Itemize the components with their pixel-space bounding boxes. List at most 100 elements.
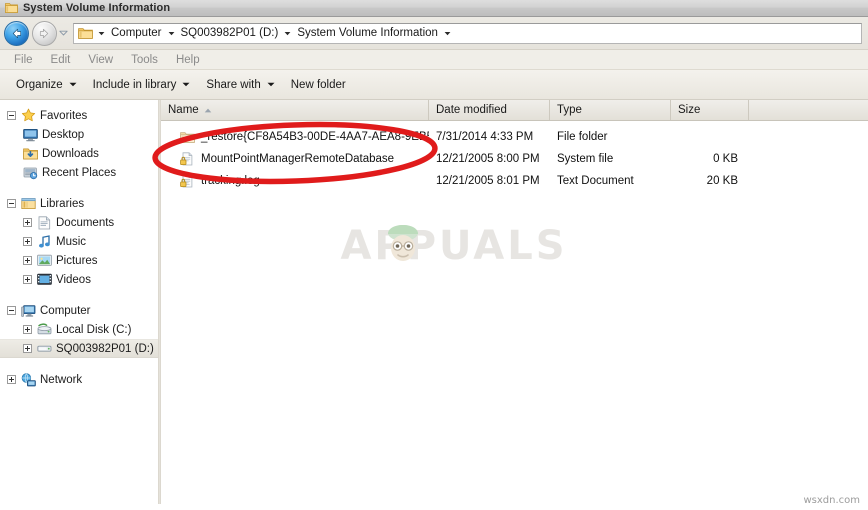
folder-icon	[179, 131, 195, 144]
sidebar-label-sq003982p01-d: SQ003982P01 (D:)	[56, 342, 154, 355]
column-header-size[interactable]: Size	[671, 100, 749, 120]
libraries-icon	[20, 197, 36, 211]
menu-bar: File Edit View Tools Help	[0, 50, 868, 70]
menu-item-tools[interactable]: Tools	[122, 54, 167, 66]
include-in-library-button[interactable]: Include in library	[85, 76, 199, 94]
menu-item-help[interactable]: Help	[167, 54, 209, 66]
star-icon	[20, 108, 36, 123]
breadcrumb-chevron-icon[interactable]	[441, 31, 454, 36]
expand-plus-icon[interactable]	[6, 374, 17, 385]
sidebar-label-documents: Documents	[56, 216, 115, 229]
videos-icon	[36, 273, 52, 286]
sidebar-item-music[interactable]: Music	[0, 232, 158, 251]
chevron-down-icon	[182, 82, 190, 87]
history-dropdown-button[interactable]	[57, 23, 70, 43]
sidebar-item-desktop[interactable]: Desktop	[0, 125, 158, 144]
file-type-cell: File folder	[557, 131, 608, 143]
file-name-label: MountPointManagerRemoteDatabase	[201, 153, 395, 165]
column-header-name[interactable]: Name	[161, 100, 429, 120]
sidebar-label-network: Network	[40, 373, 83, 386]
sidebar-label-music: Music	[56, 235, 87, 248]
sidebar-label-pictures: Pictures	[56, 254, 98, 267]
appuals-watermark: APPUALS	[329, 220, 579, 272]
expand-plus-icon[interactable]	[22, 343, 33, 354]
sidebar-item-videos[interactable]: Videos	[0, 270, 158, 289]
table-row[interactable]: tracking.log 12/21/2005 8:01 PM Text Doc…	[161, 170, 868, 192]
file-name-cell[interactable]: tracking.log	[161, 174, 429, 188]
breadcrumb-chevron-icon[interactable]	[95, 31, 108, 36]
breadcrumb-item-drive[interactable]: SQ003982P01 (D:)	[178, 26, 282, 40]
column-header-row: Name Date modified Type Size	[161, 100, 868, 121]
menu-item-edit[interactable]: Edit	[42, 54, 80, 66]
expand-plus-icon[interactable]	[22, 255, 33, 266]
column-header-name-label: Name	[168, 104, 199, 116]
menu-item-file[interactable]: File	[5, 54, 42, 66]
menu-item-view[interactable]: View	[79, 54, 122, 66]
sidebar-item-sq003982p01-d[interactable]: SQ003982P01 (D:)	[0, 339, 158, 358]
breadcrumb[interactable]: Computer SQ003982P01 (D:) System Volume …	[73, 22, 862, 44]
desktop-icon	[22, 128, 38, 142]
folder-icon	[5, 2, 18, 14]
sidebar-label-local-disk-c: Local Disk (C:)	[56, 323, 132, 336]
sidebar-item-computer[interactable]: Computer	[0, 301, 158, 320]
back-arrow-icon[interactable]	[4, 20, 29, 46]
column-header-filler[interactable]	[749, 100, 868, 120]
expand-plus-icon[interactable]	[22, 324, 33, 335]
share-with-button[interactable]: Share with	[198, 76, 282, 94]
sidebar-label-videos: Videos	[56, 273, 91, 286]
collapse-minus-icon[interactable]	[6, 110, 17, 121]
collapse-minus-icon[interactable]	[6, 198, 17, 209]
sidebar-item-recent-places[interactable]: Recent Places	[0, 163, 158, 182]
new-folder-button[interactable]: New folder	[283, 76, 354, 94]
column-header-type-label: Type	[557, 104, 582, 116]
sidebar-label-favorites: Favorites	[40, 109, 88, 122]
pictures-icon	[36, 254, 52, 267]
sidebar-item-downloads[interactable]: Downloads	[0, 144, 158, 163]
downloads-icon	[22, 147, 38, 161]
address-bar: Computer SQ003982P01 (D:) System Volume …	[0, 17, 868, 50]
explorer-window: System Volume Information Computer SQ003…	[0, 0, 868, 510]
recent-places-icon	[22, 166, 38, 180]
forward-arrow-icon[interactable]	[32, 20, 57, 46]
sidebar-label-recent-places: Recent Places	[42, 166, 117, 179]
file-name-cell[interactable]: _restore{CF8A54B3-00DE-4AA7-AEA8-9EB5...	[161, 131, 429, 144]
network-icon	[20, 372, 36, 387]
collapse-minus-icon[interactable]	[6, 305, 17, 316]
file-name-label: tracking.log	[201, 175, 260, 187]
sidebar-item-network[interactable]: Network	[0, 370, 158, 389]
sidebar-label-desktop: Desktop	[42, 128, 85, 141]
expand-plus-icon[interactable]	[22, 274, 33, 285]
sidebar-item-libraries[interactable]: Libraries	[0, 194, 158, 213]
column-header-date-modified[interactable]: Date modified	[429, 100, 550, 120]
table-row[interactable]: MountPointManagerRemoteDatabase 12/21/20…	[161, 148, 868, 170]
explorer-body: Favorites Desktop Downloads Recent Place…	[0, 100, 868, 504]
expand-plus-icon[interactable]	[22, 236, 33, 247]
sidebar-label-computer: Computer	[40, 304, 91, 317]
file-size-cell: 0 KB	[713, 153, 738, 165]
sidebar-item-documents[interactable]: Documents	[0, 213, 158, 232]
table-row[interactable]: _restore{CF8A54B3-00DE-4AA7-AEA8-9EB5...…	[161, 126, 868, 148]
organize-label: Organize	[16, 78, 63, 91]
organize-button[interactable]: Organize	[8, 76, 85, 94]
window-title: System Volume Information	[23, 2, 171, 14]
file-name-label: _restore{CF8A54B3-00DE-4AA7-AEA8-9EB5...	[201, 131, 429, 143]
breadcrumb-item-current[interactable]: System Volume Information	[294, 26, 441, 40]
column-header-type[interactable]: Type	[550, 100, 671, 120]
share-with-label: Share with	[206, 78, 261, 91]
expand-plus-icon[interactable]	[22, 217, 33, 228]
sidebar-label-libraries: Libraries	[40, 197, 85, 210]
sidebar-item-favorites[interactable]: Favorites	[0, 106, 158, 125]
breadcrumb-chevron-icon[interactable]	[165, 31, 178, 36]
toolbar: Organize Include in library Share with N…	[0, 70, 868, 100]
file-name-cell[interactable]: MountPointManagerRemoteDatabase	[161, 152, 429, 166]
sidebar-item-pictures[interactable]: Pictures	[0, 251, 158, 270]
locked-file-icon	[179, 152, 195, 166]
documents-icon	[36, 215, 52, 230]
locked-text-file-icon	[179, 174, 195, 188]
breadcrumb-item-computer[interactable]: Computer	[108, 26, 165, 40]
sidebar-item-local-disk-c[interactable]: Local Disk (C:)	[0, 320, 158, 339]
breadcrumb-chevron-icon[interactable]	[281, 31, 294, 36]
